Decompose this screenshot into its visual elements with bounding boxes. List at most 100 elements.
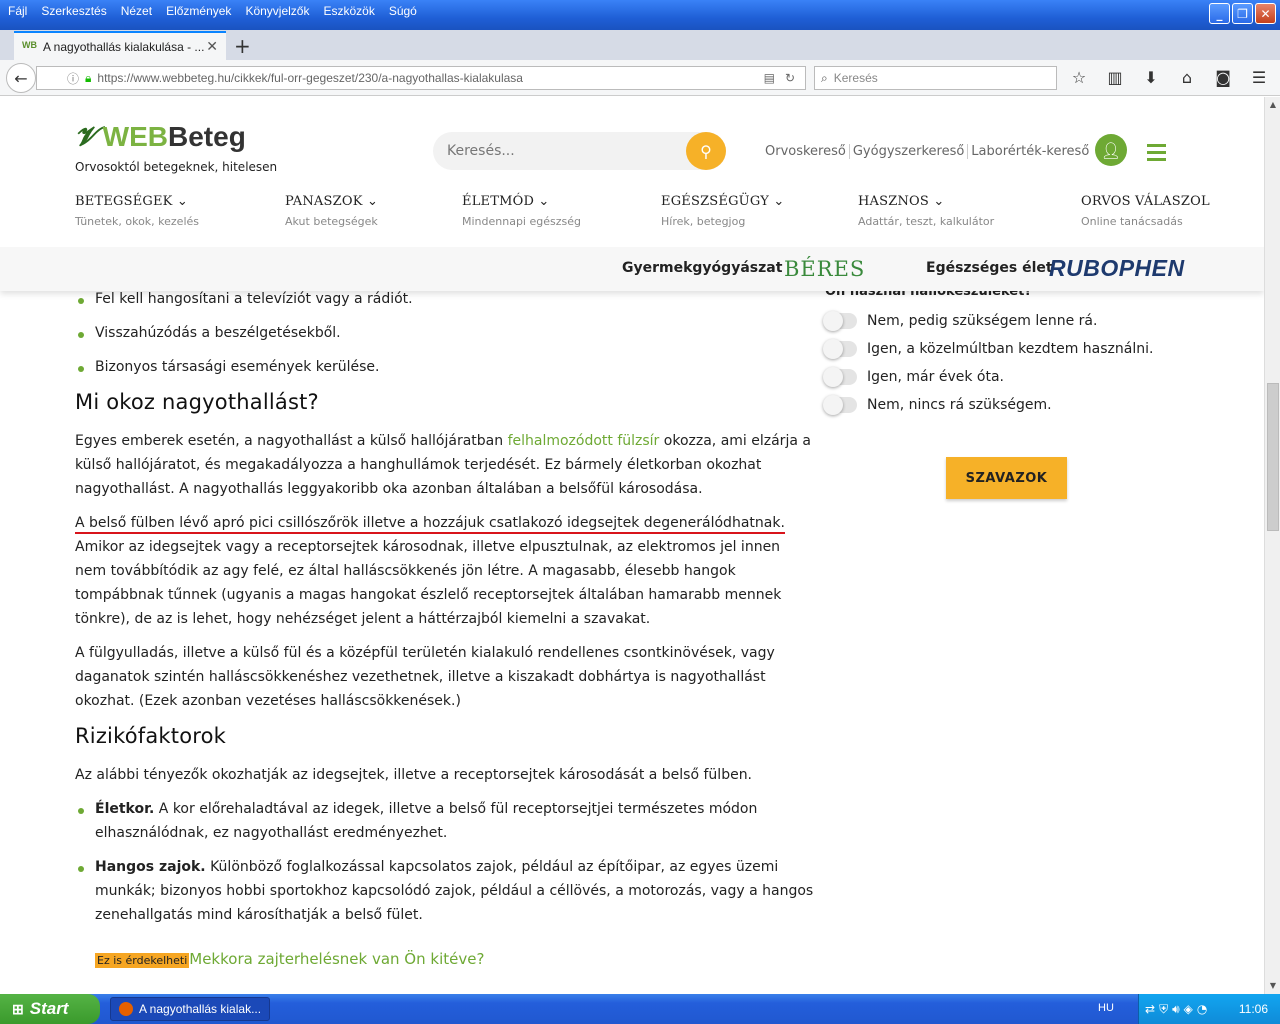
list-item-noise: Hangos zajok. Különböző foglalkozással k… [75,855,815,927]
home-icon[interactable]: ⌂ [1176,68,1198,87]
close-tab-icon[interactable]: ✕ [206,38,218,55]
library-icon[interactable]: ▥ [1104,68,1126,87]
related-article: Ez is érdekelheti Mekkora zajterhelésnek … [75,947,815,973]
menu-help[interactable]: Súgó [389,4,417,18]
nav-subtitle: Mindennapi egészség [462,215,581,228]
back-button[interactable]: ← [6,63,36,93]
poll-toggle[interactable] [823,339,857,359]
header-links: Orvoskereső Gyógyszerkereső Laborérték-k… [765,144,1092,159]
reader-view-icon[interactable]: ▤ [764,71,775,85]
logo-beteg-text: Beteg [168,121,246,152]
menu-history[interactable]: Előzmények [166,4,231,18]
taskbar-firefox-item[interactable]: A nagyothallás kialak... [110,997,270,1021]
vertical-scrollbar[interactable]: ▲ ▼ [1264,97,1280,994]
risk-title: Életkor. [95,801,155,817]
network-icon[interactable]: ⇄ [1145,1002,1155,1016]
taskbar-item-label: A nagyothallás kialak... [139,1002,262,1016]
lock-icon: 🔒︎ [85,70,92,85]
paragraph-text: Egyes emberek esetén, a nagyothallást a … [75,433,508,449]
poll-option-label: Nem, pedig szükségem lenne rá. [867,313,1098,329]
related-article-link[interactable]: Mekkora zajterhelésnek van Ön kitéve? [189,950,484,968]
nav-hasznos[interactable]: HASZNOS ⌄ Adattár, teszt, kalkulátor [858,194,994,228]
vote-button[interactable]: SZAVAZOK [946,457,1067,499]
menu-edit[interactable]: Szerkesztés [41,4,106,18]
pocket-icon[interactable]: ◙ [1212,68,1234,87]
paragraph-inner-ear: A belső fülben lévő apró pici csillószőr… [75,511,815,631]
update-icon[interactable]: ◔ [1197,1002,1207,1016]
nav-subtitle: Online tanácsadás [1081,215,1183,228]
start-button[interactable]: ⊞ Start [0,994,100,1024]
download-icon[interactable]: ⬇ [1140,68,1162,87]
site-search-button[interactable]: ⚲ [686,132,726,170]
doctor-search-link[interactable]: Orvoskereső [765,144,850,159]
paragraph-risk-intro: Az alábbi tényezők okozhatják az idegsej… [75,767,753,783]
browser-search-field[interactable]: ⌕ Keresés [814,66,1057,90]
site-tagline: Orvosoktól betegeknek, hitelesen [75,160,278,174]
new-tab-button[interactable]: + [234,34,251,58]
menu-bar: Fájl Szerkesztés Nézet Előzmények Könyvj… [0,0,431,22]
tab-title: A nagyothallás kialakulása - ... [43,39,205,54]
reload-icon[interactable]: ↻ [785,71,795,85]
windows-logo-icon: ⊞ [12,1000,24,1017]
poll-toggle[interactable] [823,395,857,415]
heading-risk-factors: Rizikófaktorok [75,724,227,748]
info-icon[interactable]: ⓘ [67,70,79,87]
bookmark-star-icon[interactable]: ☆ [1068,68,1090,87]
logo-web-text: WEB [102,121,168,152]
nav-betegsegek[interactable]: BETEGSÉGEK ⌄ Tünetek, okok, kezelés [75,194,199,228]
sponsor-label-pediatrics[interactable]: Gyermekgyógyászat [622,260,782,276]
scrollbar-thumb[interactable] [1267,383,1279,531]
hamburger-menu-icon[interactable]: ☰ [1248,68,1270,87]
poll-option-label: Igen, már évek óta. [867,369,1004,385]
nav-title: HASZNOS [858,194,930,209]
close-window-button[interactable]: ✕ [1255,3,1276,24]
drug-search-link[interactable]: Gyógyszerkereső [850,144,969,159]
poll-toggle[interactable] [823,367,857,387]
poll-widget: Ön használ hallókészüléket? Nem, pedig s… [823,284,1205,499]
address-bar[interactable]: ⓘ 🔒︎ https://www.webbeteg.hu/cikkek/ful-… [36,66,806,90]
nav-orvos-valaszol[interactable]: ORVOS VÁLASZOL Online tanácsadás [1081,194,1210,228]
paragraph-conductive: A fülgyulladás, illetve a külső fül és a… [75,645,775,709]
site-menu-icon[interactable] [1147,144,1166,165]
shield-icon[interactable]: ◈ [1184,1002,1193,1016]
menu-file[interactable]: Fájl [8,4,27,18]
poll-option[interactable]: Igen, már évek óta. [823,363,1205,391]
scroll-up-icon[interactable]: ▲ [1265,97,1280,113]
user-avatar-icon[interactable]: 👤︎ [1095,134,1127,166]
navigation-toolbar: ← ⓘ 🔒︎ https://www.webbeteg.hu/cikkek/fu… [0,60,1280,96]
search-icon: ⌕ [821,70,828,85]
poll-option[interactable]: Nem, pedig szükségem lenne rá. [823,307,1205,335]
menu-tools[interactable]: Eszközök [323,4,374,18]
related-badge: Ez is érdekelheti [95,953,190,968]
poll-option[interactable]: Nem, nincs rá szükségem. [823,391,1205,419]
sponsor-label-healthy-life[interactable]: Egészséges élet [926,260,1053,276]
poll-toggle[interactable] [823,311,857,331]
list-item: Visszahúzódás a beszélgetésekből. [75,321,815,345]
poll-option[interactable]: Igen, a közelmúltban kezdtem használni. [823,335,1205,363]
earwax-link[interactable]: felhalmozódott fülzsír [508,433,660,449]
site-search-input[interactable]: Keresés... ⚲ [433,132,726,170]
logo-mark-icon: 𝓥 [75,121,97,152]
tab-bar: WB A nagyothallás kialakulása - ... ✕ + [0,30,1280,60]
paragraph-causes: Egyes emberek esetén, a nagyothallást a … [75,429,815,501]
nav-title: ORVOS VÁLASZOL [1081,194,1210,209]
language-indicator[interactable]: HU [1098,1002,1114,1014]
menu-bookmarks[interactable]: Könyvjelzők [245,4,309,18]
volume-icon[interactable]: 🔊︎ [1172,1002,1180,1017]
menu-view[interactable]: Nézet [121,4,152,18]
security-icon[interactable]: ⛨ [1159,1002,1168,1017]
lab-search-link[interactable]: Laborérték-kereső [968,144,1092,159]
nav-egeszsegugy[interactable]: EGÉSZSÉGÜGY ⌄ Hírek, betegjog [661,194,784,228]
underlined-sentence: A belső fülben lévő apró pici csillószőr… [75,515,785,534]
scroll-down-icon[interactable]: ▼ [1265,978,1280,994]
tab-active[interactable]: WB A nagyothallás kialakulása - ... ✕ [14,31,226,60]
chevron-down-icon: ⌄ [538,194,550,209]
maximize-button[interactable]: ❐ [1232,3,1253,24]
nav-panaszok[interactable]: PANASZOK ⌄ Akut betegségek [285,194,378,228]
nav-eletmod[interactable]: ÉLETMÓD ⌄ Mindennapi egészség [462,194,581,228]
beres-logo[interactable]: BÉRES [784,257,865,281]
search-placeholder: Keresés [833,71,878,85]
rubophen-logo[interactable]: RUBOPHEN [1049,255,1185,282]
site-logo[interactable]: 𝓥 WEB Beteg [75,121,246,153]
minimize-button[interactable]: _ [1209,3,1230,24]
